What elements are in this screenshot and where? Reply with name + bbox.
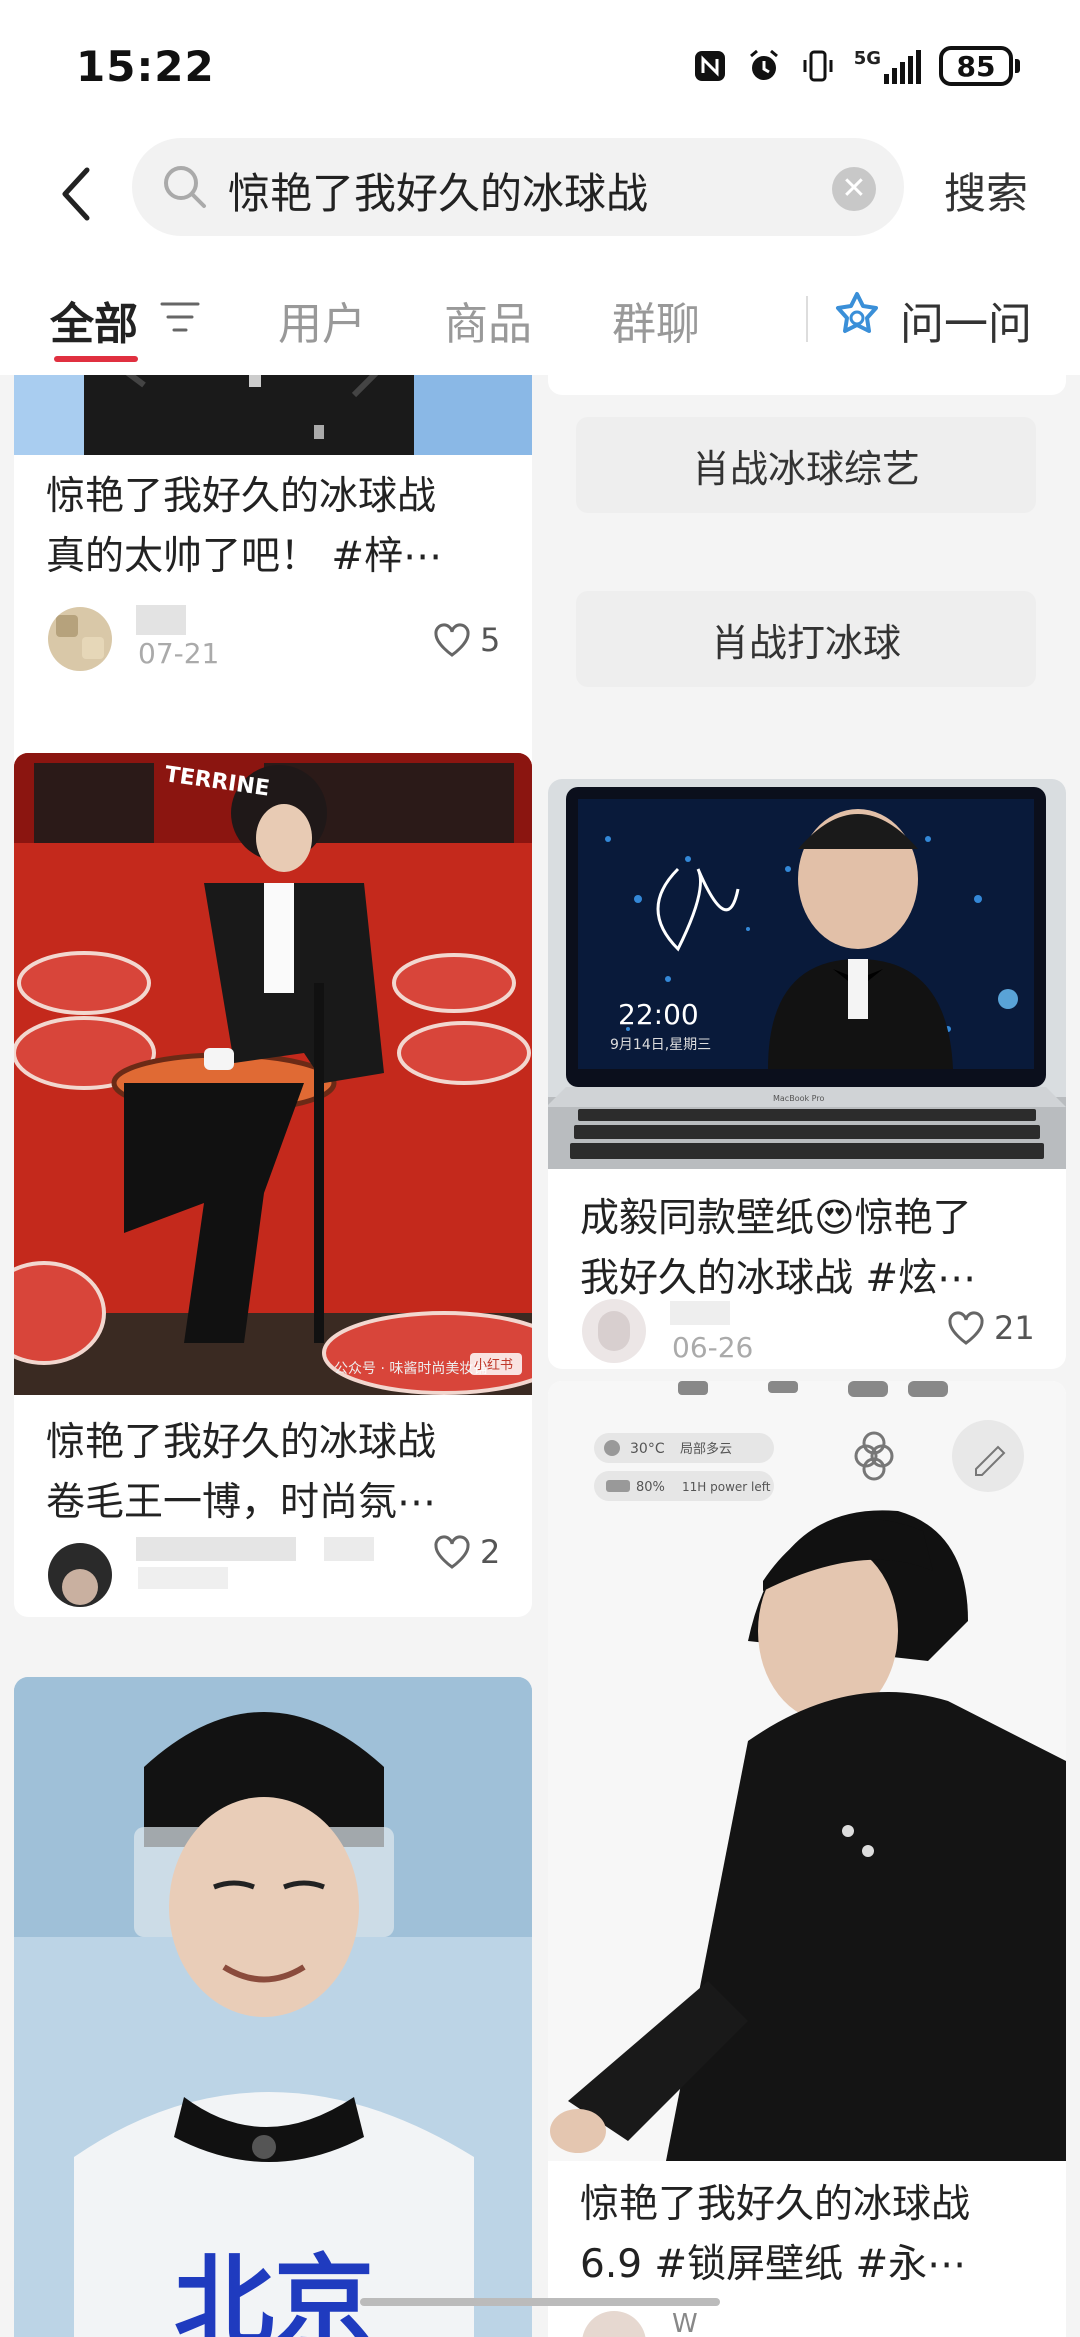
note-cover-image: 22:00 9月14日,星期三 MacBook Pro	[548, 779, 1066, 1169]
note-title: 惊艳了我好久的冰球战 6.9 #锁屏壁纸 #永⋯	[580, 2182, 971, 2287]
widget-weather-desc: 局部多云	[680, 1441, 732, 1457]
tab-divider	[806, 296, 808, 342]
note-date: 06-26	[672, 1331, 754, 1364]
note-cover-image: 北京	[14, 1677, 532, 2337]
clear-icon[interactable]: ✕	[832, 167, 876, 211]
search-input[interactable]: 惊艳了我好久的冰球战 ✕	[132, 138, 904, 236]
status-bar: 15:22 5G 85	[0, 0, 1080, 130]
avatar[interactable]	[582, 1299, 646, 1363]
date-blurred	[138, 1567, 228, 1589]
search-query: 惊艳了我好久的冰球战	[228, 169, 649, 218]
avatar[interactable]	[48, 1543, 112, 1607]
note-title: 成毅同款壁纸😍惊艳了 我好久的冰球战 #炫⋯	[580, 1196, 977, 1301]
search-bar-row: 惊艳了我好久的冰球战 ✕ 搜索	[0, 130, 1080, 260]
note-card[interactable]: TERRINE 公众号 · 味酱时尚美妆铺 小红书 惊艳了我好久的冰球战 卷毛王…	[14, 753, 532, 1617]
tab-goods[interactable]: 商品	[444, 288, 532, 352]
laptop-brand: MacBook Pro	[773, 1094, 824, 1103]
note-title: 惊艳了我好久的冰球战 真的太帅了吧！ #梓⋯	[46, 474, 443, 579]
image-watermark: 公众号 · 味酱时尚美妆铺	[334, 1361, 487, 1377]
related-search-2[interactable]: 肖战打冰球	[576, 591, 1036, 687]
signal-icon: 5G	[854, 48, 921, 84]
avatar[interactable]	[48, 607, 112, 671]
category-tabs: 全部 用户 商品 群聊 问一问	[0, 260, 1080, 375]
tab-users[interactable]: 用户	[278, 288, 366, 352]
battery-icon: 85	[939, 46, 1020, 86]
author-name-blurred	[324, 1537, 374, 1561]
wallpaper-clock: 22:00	[618, 998, 699, 1031]
wallpaper-date: 9月14日,星期三	[610, 1037, 711, 1053]
tab-groups[interactable]: 群聊	[612, 288, 700, 352]
heart-icon	[948, 1311, 984, 1345]
author-initial: W	[672, 2309, 698, 2337]
note-card[interactable]: 22:00 9月14日,星期三 MacBook Pro 成毅同款壁纸😍惊艳了 我…	[548, 779, 1066, 1369]
heart-icon	[434, 1535, 470, 1569]
vibrate-icon	[800, 48, 836, 84]
related-search-1[interactable]: 肖战冰球综艺	[576, 417, 1036, 513]
search-results-feed: 惊艳了我好久的冰球战 真的太帅了吧！ #梓⋯ 07-21 5 TERRINE 公…	[0, 375, 1080, 2337]
home-indicator[interactable]	[360, 2298, 720, 2306]
tab-all[interactable]: 全部	[50, 288, 138, 352]
like-count: 2	[480, 1533, 501, 1571]
status-time: 15:22	[76, 42, 215, 91]
note-date: 07-21	[138, 637, 220, 670]
like-count: 5	[480, 621, 501, 659]
like-button[interactable]: 2	[434, 1533, 500, 1571]
search-button[interactable]: 搜索	[944, 160, 1028, 221]
like-button[interactable]: 5	[434, 621, 500, 659]
status-icons: 5G 85	[692, 46, 1020, 86]
note-card-partial[interactable]	[548, 375, 1066, 395]
image-badge: 小红书	[474, 1357, 513, 1373]
like-count: 21	[994, 1309, 1035, 1347]
widget-battery-desc: 11H power left	[682, 1480, 771, 1494]
author-name-blurred	[136, 605, 186, 635]
alarm-icon	[746, 48, 782, 84]
active-tab-indicator	[54, 356, 138, 362]
like-button[interactable]: 21	[948, 1309, 1035, 1347]
search-icon	[164, 166, 206, 208]
filter-icon[interactable]	[160, 300, 200, 334]
battery-level: 85	[956, 49, 996, 83]
heart-icon	[434, 623, 470, 657]
widget-weather-temp: 30°C	[630, 1441, 665, 1457]
jersey-text: 北京	[174, 2244, 374, 2337]
widget-battery-pct: 80%	[636, 1480, 665, 1495]
author-name-blurred	[670, 1301, 730, 1325]
back-arrow-icon	[62, 167, 90, 221]
back-button[interactable]	[40, 154, 110, 234]
note-card[interactable]: 30°C 局部多云 80% 11H power left 惊艳了我好久的冰球战 …	[548, 1381, 1066, 2337]
note-card[interactable]: 北京	[14, 1677, 532, 2337]
author-name-blurred	[136, 1537, 296, 1561]
ask-ai-icon[interactable]	[830, 290, 884, 344]
note-cover-image: TERRINE 公众号 · 味酱时尚美妆铺 小红书	[14, 753, 532, 1395]
note-cover-image	[14, 375, 532, 455]
nfc-icon	[692, 48, 728, 84]
network-type: 5G	[853, 48, 881, 69]
note-title: 惊艳了我好久的冰球战 卷毛王一博，时尚氛⋯	[46, 1420, 437, 1525]
avatar[interactable]	[582, 2311, 646, 2337]
note-cover-image: 30°C 局部多云 80% 11H power left	[548, 1381, 1066, 2161]
ask-ai-label[interactable]: 问一问	[900, 288, 1032, 352]
